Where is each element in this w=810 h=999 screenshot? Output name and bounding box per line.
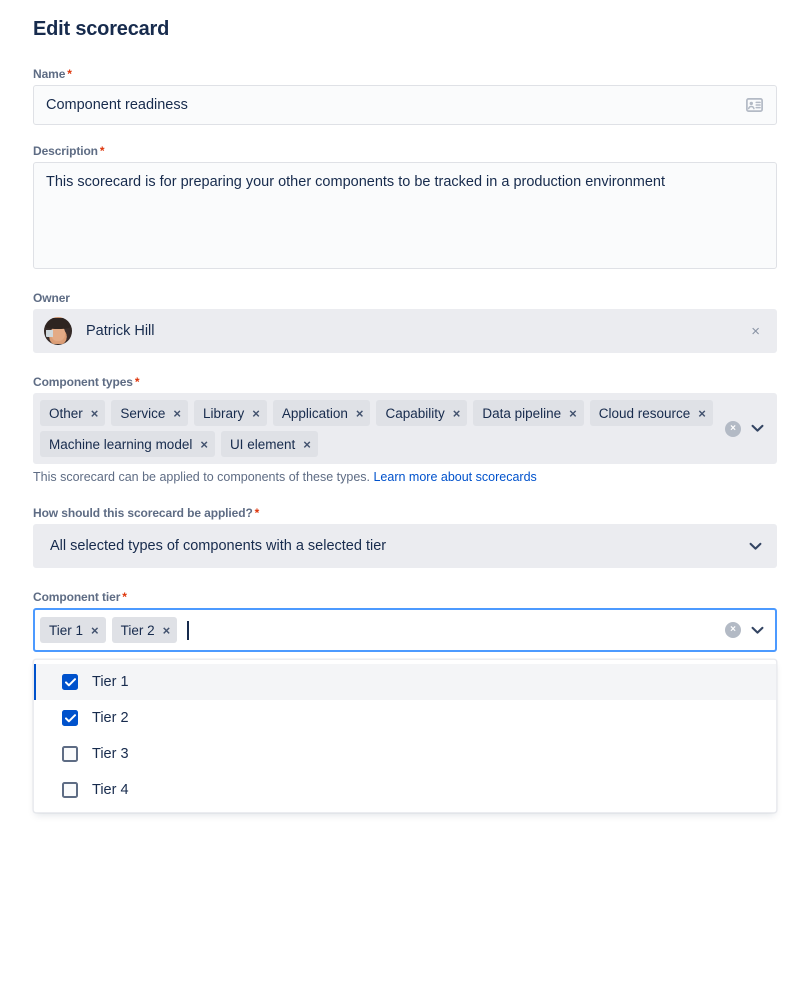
tag[interactable]: Application × [272,400,371,426]
checkbox-unchecked-icon[interactable] [62,782,78,798]
component-tier-tag-list: Tier 1 × Tier 2 × [40,617,719,643]
component-types-actions: × [719,420,772,437]
component-types-label-text: Component types [33,375,133,389]
tag-label: Other [49,405,83,421]
dropdown-option-tier-2[interactable]: Tier 2 [34,700,776,736]
component-tier-label: Component tier * [33,590,777,604]
tag-label: Application [281,405,348,421]
dropdown-option-label: Tier 1 [92,674,129,690]
tag-remove-icon[interactable]: × [356,407,364,420]
help-text: This scorecard can be applied to compone… [33,470,370,484]
text-cursor [187,620,189,640]
applied-select[interactable]: All selected types of components with a … [33,524,777,568]
checkbox-checked-icon[interactable] [62,710,78,726]
name-field-group: Name * Component readiness [33,67,777,125]
name-label: Name * [33,67,777,81]
owner-label: Owner [33,291,70,305]
component-types-label: Component types * [33,375,777,389]
description-required-asterisk: * [99,144,105,158]
applied-label-text: How should this scorecard be applied? [33,506,253,520]
tag-label: Machine learning model [49,436,193,452]
checkbox-unchecked-icon[interactable] [62,746,78,762]
applied-required-asterisk: * [254,506,260,520]
owner-field-group: Owner Patrick Hill × [33,291,777,353]
name-required-asterisk: * [67,67,72,81]
chevron-down-icon[interactable] [750,422,764,436]
tag[interactable]: Tier 1 × [40,617,106,643]
dropdown-option-tier-1[interactable]: Tier 1 [34,664,776,700]
owner-select[interactable]: Patrick Hill × [33,309,777,353]
tag[interactable]: Machine learning model × [40,431,215,457]
tag-label: UI element [229,436,296,452]
tag[interactable]: Data pipeline × [473,400,584,426]
tag-label: Data pipeline [482,405,562,421]
tag-remove-icon[interactable]: × [91,407,99,420]
learn-more-link[interactable]: Learn more about scorecards [373,470,536,484]
avatar [44,317,72,345]
name-label-text: Name [33,67,66,81]
component-types-group: Component types * Other × Service × Library × A… [33,375,777,484]
chevron-down-icon[interactable] [748,539,762,553]
tag-remove-icon[interactable]: × [453,407,461,420]
tag[interactable]: Tier 2 × [111,617,178,643]
description-label-text: Description [33,144,98,158]
tag[interactable]: Other × [40,400,106,426]
tag-label: Tier 1 [49,622,84,638]
checkbox-checked-icon[interactable] [62,674,78,690]
clear-all-icon[interactable]: × [725,420,741,437]
tag-label: Service [120,405,166,421]
chevron-down-icon[interactable] [750,623,764,637]
component-tier-required-asterisk: * [122,590,127,604]
component-types-help: This scorecard can be applied to compone… [33,470,777,484]
dropdown-option-label: Tier 2 [92,710,129,726]
tag-remove-icon[interactable]: × [698,407,706,420]
tag-label: Library [202,405,245,421]
tag-label: Capability [385,405,445,421]
description-field-group: Description * This scorecard is for prepa… [33,144,777,269]
tag-remove-icon[interactable]: × [252,407,260,420]
component-tier-multiselect[interactable]: Tier 1 × Tier 2 × × [33,608,777,652]
component-tier-actions: × [719,622,772,638]
name-input-value: Component readiness [46,97,188,113]
tag-remove-icon[interactable]: × [173,407,181,420]
description-label: Description * [33,144,777,158]
owner-clear-button[interactable]: × [747,324,764,339]
description-textarea[interactable]: This scorecard is for preparing your oth… [33,162,777,269]
owner-name: Patrick Hill [86,323,155,339]
tag-remove-icon[interactable]: × [303,438,311,451]
tag[interactable]: Service × [111,400,188,426]
clear-all-icon[interactable]: × [725,622,741,638]
dropdown-option-tier-3[interactable]: Tier 3 [34,736,776,772]
edit-scorecard-page: Edit scorecard Name * Component readiness… [0,0,810,999]
tag-remove-icon[interactable]: × [200,438,208,451]
name-input[interactable]: Component readiness [33,85,777,125]
tag[interactable]: Cloud resource × [589,400,713,426]
tag-remove-icon[interactable]: × [163,624,171,637]
tag-label: Cloud resource [598,405,691,421]
dropdown-option-tier-4[interactable]: Tier 4 [34,772,776,808]
page-title: Edit scorecard [33,18,170,40]
component-tier-group: Component tier * Tier 1 × Tier 2 × × Tier 1T… [33,590,777,813]
component-types-tag-list: Other × Service × Library × Application × Capabi… [40,400,719,457]
tag-remove-icon[interactable]: × [569,407,577,420]
applied-select-value: All selected types of components with a … [50,538,387,554]
tag[interactable]: Library × [193,400,267,426]
tag[interactable]: UI element × [220,431,318,457]
applied-label: How should this scorecard be applied? * [33,506,777,520]
tag[interactable]: Capability × [376,400,468,426]
id-card-icon [744,95,764,115]
component-types-required-asterisk: * [134,375,140,389]
applied-field-group: How should this scorecard be applied? * A… [33,506,777,568]
tag-label: Tier 2 [120,622,155,638]
component-types-multiselect[interactable]: Other × Service × Library × Application × Capabi… [33,393,777,464]
dropdown-option-label: Tier 4 [92,782,129,798]
dropdown-option-label: Tier 3 [92,746,129,762]
component-tier-dropdown: Tier 1 Tier 2 Tier 3 Tier 4 [33,659,777,813]
component-tier-label-text: Component tier [33,590,121,604]
tag-remove-icon[interactable]: × [91,624,99,637]
